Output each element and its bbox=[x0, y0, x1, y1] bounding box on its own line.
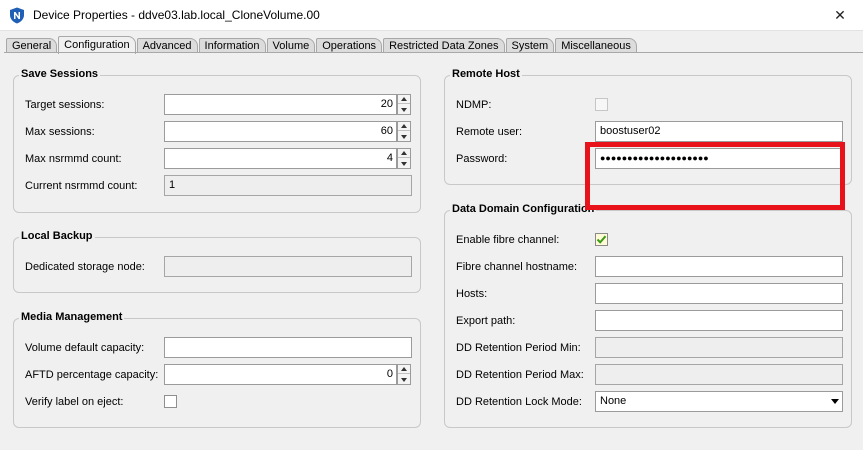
stepper-down-icon[interactable] bbox=[398, 105, 410, 114]
chevron-down-icon[interactable] bbox=[831, 399, 839, 404]
tab-information[interactable]: Information bbox=[198, 38, 266, 53]
target-sessions-stepper[interactable] bbox=[397, 94, 411, 115]
fc-hostname-label: Fibre channel hostname: bbox=[456, 261, 578, 273]
tab-miscellaneous[interactable]: Miscellaneous bbox=[555, 38, 637, 53]
max-nsrmmd-input[interactable]: 4 bbox=[164, 148, 397, 169]
networker-shield-icon bbox=[10, 7, 24, 24]
stepper-up-icon[interactable] bbox=[398, 95, 410, 104]
tab-operations[interactable]: Operations bbox=[316, 38, 383, 53]
max-sessions-input[interactable]: 60 bbox=[164, 121, 397, 142]
dedicated-storage-node-field bbox=[164, 256, 412, 277]
target-sessions-label: Target sessions: bbox=[25, 99, 105, 111]
hosts-label: Hosts: bbox=[456, 288, 488, 300]
window-title: Device Properties - ddve03.lab.local_Clo… bbox=[33, 8, 320, 22]
stepper-up-icon[interactable] bbox=[398, 149, 410, 158]
dd-retention-max-label: DD Retention Period Max: bbox=[456, 369, 584, 381]
max-sessions-label: Max sessions: bbox=[25, 126, 95, 138]
tab-restricted-data-zones[interactable]: Restricted Data Zones bbox=[383, 38, 505, 53]
stepper-down-icon[interactable] bbox=[398, 132, 410, 141]
aftd-percentage-input[interactable]: 0 bbox=[164, 364, 397, 385]
verify-label-label: Verify label on eject: bbox=[25, 396, 124, 408]
dd-retention-lock-select[interactable]: None bbox=[595, 391, 843, 412]
verify-label-checkbox[interactable] bbox=[164, 395, 177, 408]
target-sessions-input[interactable]: 20 bbox=[164, 94, 397, 115]
export-path-label: Export path: bbox=[456, 315, 516, 327]
current-nsrmmd-label: Current nsrmmd count: bbox=[25, 180, 138, 192]
save-sessions-title: Save Sessions bbox=[19, 68, 101, 80]
aftd-percentage-stepper[interactable] bbox=[397, 364, 411, 385]
current-nsrmmd-value: 1 bbox=[164, 175, 412, 196]
data-domain-title: Data Domain Configuration bbox=[450, 203, 597, 215]
tab-bar: General Configuration Advanced Informati… bbox=[6, 35, 638, 54]
stepper-down-icon[interactable] bbox=[398, 375, 410, 384]
max-nsrmmd-stepper[interactable] bbox=[397, 148, 411, 169]
hosts-input[interactable] bbox=[595, 283, 843, 304]
max-nsrmmd-label: Max nsrmmd count: bbox=[25, 153, 122, 165]
stepper-down-icon[interactable] bbox=[398, 159, 410, 168]
tab-volume[interactable]: Volume bbox=[266, 38, 316, 53]
aftd-percentage-label: AFTD percentage capacity: bbox=[25, 369, 159, 381]
password-input[interactable]: ●●●●●●●●●●●●●●●●●●●● bbox=[595, 148, 843, 169]
dd-retention-lock-value: None bbox=[600, 395, 627, 407]
dd-retention-min-field bbox=[595, 337, 843, 358]
stepper-up-icon[interactable] bbox=[398, 365, 410, 374]
ndmp-checkbox[interactable] bbox=[595, 98, 608, 111]
remote-user-label: Remote user: bbox=[456, 126, 523, 138]
tab-system[interactable]: System bbox=[505, 38, 555, 53]
close-icon: ✕ bbox=[834, 7, 846, 23]
volume-default-capacity-input[interactable] bbox=[164, 337, 412, 358]
volume-default-capacity-label: Volume default capacity: bbox=[25, 342, 145, 354]
enable-fc-label: Enable fibre channel: bbox=[456, 234, 560, 246]
tab-divider bbox=[4, 52, 863, 53]
tab-advanced[interactable]: Advanced bbox=[136, 38, 198, 53]
remote-host-title: Remote Host bbox=[450, 68, 522, 80]
dialog-body: General Configuration Advanced Informati… bbox=[0, 31, 863, 450]
max-sessions-stepper[interactable] bbox=[397, 121, 411, 142]
dd-retention-max-field bbox=[595, 364, 843, 385]
checkmark-icon bbox=[596, 235, 607, 244]
title-bar: Device Properties - ddve03.lab.local_Clo… bbox=[0, 0, 863, 31]
enable-fc-checkbox[interactable] bbox=[595, 233, 608, 246]
ndmp-label: NDMP: bbox=[456, 99, 492, 111]
media-management-title: Media Management bbox=[19, 311, 125, 323]
dd-retention-min-label: DD Retention Period Min: bbox=[456, 342, 581, 354]
close-button[interactable]: ✕ bbox=[817, 0, 863, 31]
local-backup-title: Local Backup bbox=[19, 230, 95, 242]
dd-retention-lock-label: DD Retention Lock Mode: bbox=[456, 396, 582, 408]
dedicated-storage-node-label: Dedicated storage node: bbox=[25, 261, 145, 273]
fc-hostname-input[interactable] bbox=[595, 256, 843, 277]
stepper-up-icon[interactable] bbox=[398, 122, 410, 131]
export-path-input[interactable] bbox=[595, 310, 843, 331]
remote-user-input[interactable]: boostuser02 bbox=[595, 121, 843, 142]
password-label: Password: bbox=[456, 153, 508, 165]
tab-general[interactable]: General bbox=[6, 38, 58, 53]
